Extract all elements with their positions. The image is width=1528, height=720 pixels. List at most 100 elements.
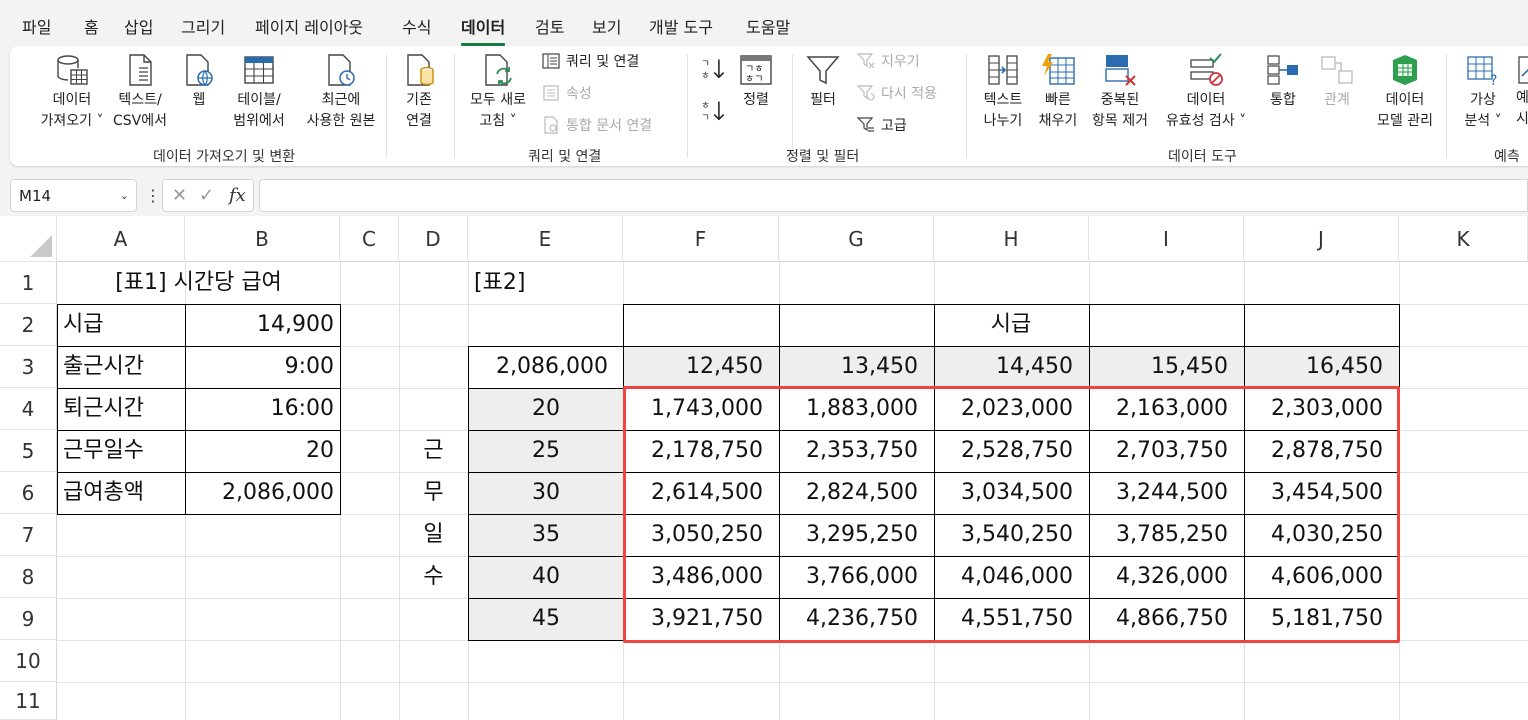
column-header-k[interactable]: K <box>1399 216 1528 262</box>
row-header-5[interactable]: 5 <box>0 430 57 472</box>
filter-button[interactable]: 필터 <box>800 52 846 111</box>
days-cell[interactable]: 35 <box>468 514 624 556</box>
table1-title[interactable]: [표1] 시간당 급여 <box>57 262 340 304</box>
clear-filter-button[interactable]: 지우기 <box>856 51 920 71</box>
consolidate-button[interactable]: 통합 <box>1262 52 1304 111</box>
recent-sources-button[interactable]: 최근에 사용한 원본 <box>294 52 388 132</box>
queries-connections-button[interactable]: 쿼리 및 연결 <box>541 51 639 71</box>
table1-value[interactable]: 20 <box>185 430 340 472</box>
table1-label[interactable]: 출근시간 <box>57 346 185 388</box>
advanced-filter-button[interactable]: 고급 <box>856 115 907 135</box>
column-header-d[interactable]: D <box>399 216 468 262</box>
table1-label[interactable]: 퇴근시간 <box>57 388 185 430</box>
table1-value[interactable]: 16:00 <box>185 388 340 430</box>
column-header-i[interactable]: I <box>1089 216 1244 262</box>
table1-label[interactable]: 급여총액 <box>57 472 185 514</box>
web-button[interactable]: 웹 <box>178 52 220 111</box>
menu-data[interactable]: 데이터 <box>461 14 506 46</box>
group-get-transform: 데이터 가져오기 및 변환 <box>153 149 296 165</box>
cancel-icon[interactable]: ✕ <box>172 185 187 206</box>
column-header-j[interactable]: J <box>1244 216 1399 262</box>
filter-funnel-icon <box>806 56 840 85</box>
existing-conn-label-1: 기존 <box>406 92 432 108</box>
row-header-4[interactable]: 4 <box>0 388 57 430</box>
column-header-a[interactable]: A <box>57 216 185 262</box>
forecast-sheet-icon <box>1518 56 1528 84</box>
table1-value[interactable]: 9:00 <box>185 346 340 388</box>
row-header-3[interactable]: 3 <box>0 346 57 388</box>
row-header-1[interactable]: 1 <box>0 262 57 304</box>
sort-descending-button[interactable]: ㅎㄱ <box>700 98 726 124</box>
menu-file[interactable]: 파일 <box>22 14 51 38</box>
days-cell[interactable]: 25 <box>468 430 624 472</box>
wage-header[interactable]: 시급 <box>623 304 1399 346</box>
reapply-button[interactable]: 다시 적용 <box>856 83 937 103</box>
row-header-6[interactable]: 6 <box>0 472 57 514</box>
menu-formulas[interactable]: 수식 <box>402 14 431 38</box>
days-cell[interactable]: 30 <box>468 472 624 514</box>
data-model-button[interactable]: 데이터 모델 관리 <box>1366 52 1444 132</box>
remove-dup-label-1: 중복된 <box>1100 92 1140 108</box>
text-to-columns-button[interactable]: 텍스트 나누기 <box>975 52 1031 132</box>
confirm-icon[interactable]: ✓ <box>199 185 214 206</box>
relationships-button[interactable]: 관계 <box>1316 52 1358 111</box>
menu-view[interactable]: 보기 <box>592 14 621 38</box>
table2-corner-formula[interactable]: 2,086,000 <box>468 346 624 388</box>
menu-developer[interactable]: 개발 도구 <box>649 14 713 38</box>
from-table-range-button[interactable]: 테이블/ 범위에서 <box>226 52 292 132</box>
column-header-g[interactable]: G <box>779 216 934 262</box>
forecast-sheet-button[interactable]: 예 시 <box>1516 52 1528 130</box>
properties-button[interactable]: 속성 <box>541 83 592 103</box>
existing-connections-button[interactable]: 기존 연결 <box>396 52 442 132</box>
days-cell[interactable]: 45 <box>468 598 624 640</box>
column-header-b[interactable]: B <box>185 216 340 262</box>
table2-title[interactable]: [표2] <box>468 262 624 304</box>
row-header-11[interactable]: 11 <box>0 682 57 720</box>
wage-header-cell[interactable]: 16,450 <box>1244 346 1399 388</box>
menu-home[interactable]: 홈 <box>84 14 99 38</box>
sort-button[interactable]: ㄱㅎ ㅎㄱ 정렬 <box>732 52 780 111</box>
row-header-10[interactable]: 10 <box>0 640 57 682</box>
days-cell[interactable]: 20 <box>468 388 624 430</box>
name-box[interactable]: M14 ⌄ <box>10 179 137 212</box>
row-header-2[interactable]: 2 <box>0 304 57 346</box>
table1-value[interactable]: 2,086,000 <box>185 472 340 514</box>
table1-label[interactable]: 시급 <box>57 304 185 346</box>
table1-label[interactable]: 근무일수 <box>57 430 185 472</box>
select-all-button[interactable] <box>0 216 57 262</box>
chevron-down-icon[interactable]: ⌄ <box>120 189 129 202</box>
menu-help[interactable]: 도움말 <box>746 14 790 38</box>
forecast-label-2: 시 <box>1516 111 1528 127</box>
menu-page-layout[interactable]: 페이지 레이아웃 <box>255 14 363 38</box>
row-header-8[interactable]: 8 <box>0 556 57 598</box>
sort-ascending-button[interactable]: ㄱㅎ <box>700 56 726 82</box>
flash-fill-button[interactable]: 빠른 채우기 <box>1032 52 1084 132</box>
column-header-c[interactable]: C <box>340 216 399 262</box>
wage-header-cell[interactable]: 12,450 <box>623 346 779 388</box>
table-range-label-2: 범위에서 <box>233 113 285 129</box>
menu-review[interactable]: 검토 <box>535 14 564 38</box>
row-header-9[interactable]: 9 <box>0 598 57 640</box>
wage-header-cell[interactable]: 13,450 <box>779 346 934 388</box>
refresh-all-button[interactable]: 모두 새로 고침 ˅ <box>462 52 534 132</box>
what-if-analysis-button[interactable]: ? 가상 분석 ˅ <box>1456 52 1510 132</box>
ribbon-separator <box>966 54 967 158</box>
column-header-f[interactable]: F <box>623 216 779 262</box>
menu-draw[interactable]: 그리기 <box>181 14 225 38</box>
formula-input[interactable] <box>259 179 1528 212</box>
edit-links-button[interactable]: 통합 문서 연결 <box>541 115 652 135</box>
row-header-7[interactable]: 7 <box>0 514 57 556</box>
wage-header-cell[interactable]: 15,450 <box>1089 346 1244 388</box>
column-header-e[interactable]: E <box>468 216 623 262</box>
menu-insert[interactable]: 삽입 <box>124 14 153 38</box>
days-cell[interactable]: 40 <box>468 556 624 598</box>
remove-duplicates-button[interactable]: 중복된 항목 제거 <box>1084 52 1156 132</box>
worksheet-grid[interactable]: ABCDEFGHIJK 1 2 3 4 5 6 7 8 9 10 11 [표1] 시간당 급여 시급… <box>0 216 1528 720</box>
wage-header-cell[interactable]: 14,450 <box>934 346 1089 388</box>
data-validation-button[interactable]: 데이터 유효성 검사 ˅ <box>1156 52 1256 132</box>
more-options-icon[interactable]: ⋮ <box>145 186 161 205</box>
table1-value[interactable]: 14,900 <box>185 304 340 346</box>
insert-function-icon[interactable]: fx <box>229 185 246 206</box>
column-header-h[interactable]: H <box>934 216 1089 262</box>
text-csv-button[interactable]: 텍스트/ CSV에서 <box>106 52 174 132</box>
